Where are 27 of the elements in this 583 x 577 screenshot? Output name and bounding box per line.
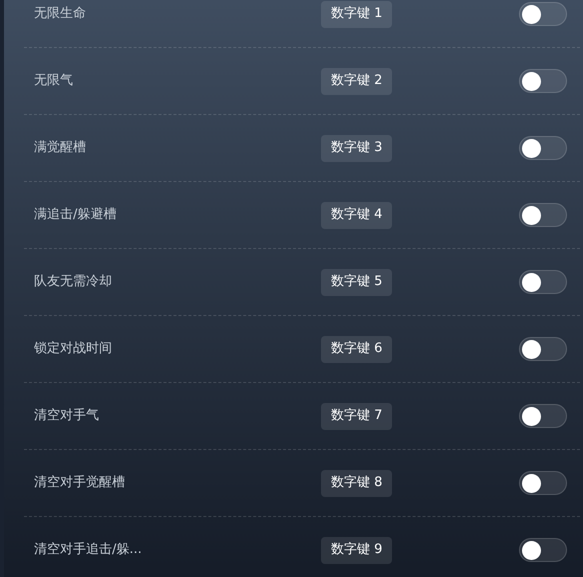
option-label: 无限生命	[33, 5, 87, 24]
toggle-switch[interactable]	[519, 538, 567, 562]
hotkey-badge: 数字键 4	[321, 202, 392, 228]
option-label: 清空对手气	[33, 407, 100, 426]
toggle-switch[interactable]	[519, 2, 567, 26]
hotkey-badge: 数字键 5	[321, 268, 392, 296]
option-label: 满追击/躲避槽	[33, 206, 118, 224]
toggle-switch[interactable]	[519, 471, 567, 495]
option-label: 锁定对战时间	[33, 340, 113, 358]
toggle-switch[interactable]	[519, 404, 567, 428]
option-label: 清空对手觉醒槽	[33, 474, 126, 492]
toggle-switch[interactable]	[519, 203, 567, 227]
hotkey-badge: 数字键 8	[321, 470, 392, 496]
toggle-switch[interactable]	[519, 136, 567, 160]
toggle-switch[interactable]	[519, 69, 567, 93]
hotkey-badge: 数字键 3	[321, 134, 392, 162]
option-label: 满觉醒槽	[33, 139, 87, 158]
option-label: 队友无需冷却	[33, 273, 113, 292]
hotkey-badge: 数字键 1	[321, 0, 392, 28]
hotkey-badge: 数字键 2	[321, 68, 392, 94]
hotkey-badge: 数字键 6	[321, 336, 392, 362]
toggle-switch[interactable]	[519, 270, 567, 294]
hotkey-badge: 数字键 9	[321, 536, 392, 564]
option-label: 无限气	[33, 72, 74, 90]
hotkey-badge: 数字键 7	[321, 402, 392, 430]
toggle-switch[interactable]	[519, 337, 567, 361]
option-label: 清空对手追击/躲...	[33, 541, 143, 560]
